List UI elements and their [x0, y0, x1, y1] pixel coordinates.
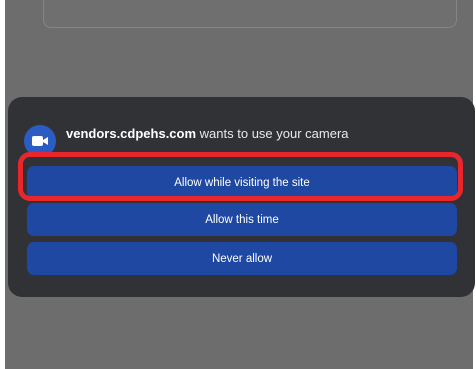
never-allow-button[interactable]: Never allow — [27, 242, 457, 275]
video-camera-glyph — [32, 136, 48, 146]
permission-message: wants to use your camera — [199, 125, 349, 141]
camera-permission-dialog: vendors.cdpehs.com wants to use your cam… — [8, 97, 475, 297]
dialog-header: vendors.cdpehs.com wants to use your cam… — [24, 113, 349, 157]
site-domain: vendors.cdpehs.com — [66, 125, 197, 141]
allow-while-visiting-button[interactable]: Allow while visiting the site — [27, 166, 457, 199]
allow-this-time-button[interactable]: Allow this time — [27, 203, 457, 236]
video-camera-icon — [24, 125, 56, 157]
screen: vendors.cdpehs.com wants to use your cam… — [0, 0, 476, 369]
dialog-title: vendors.cdpehs.com wants to use your cam… — [66, 126, 349, 141]
background-page-card — [43, 0, 457, 28]
